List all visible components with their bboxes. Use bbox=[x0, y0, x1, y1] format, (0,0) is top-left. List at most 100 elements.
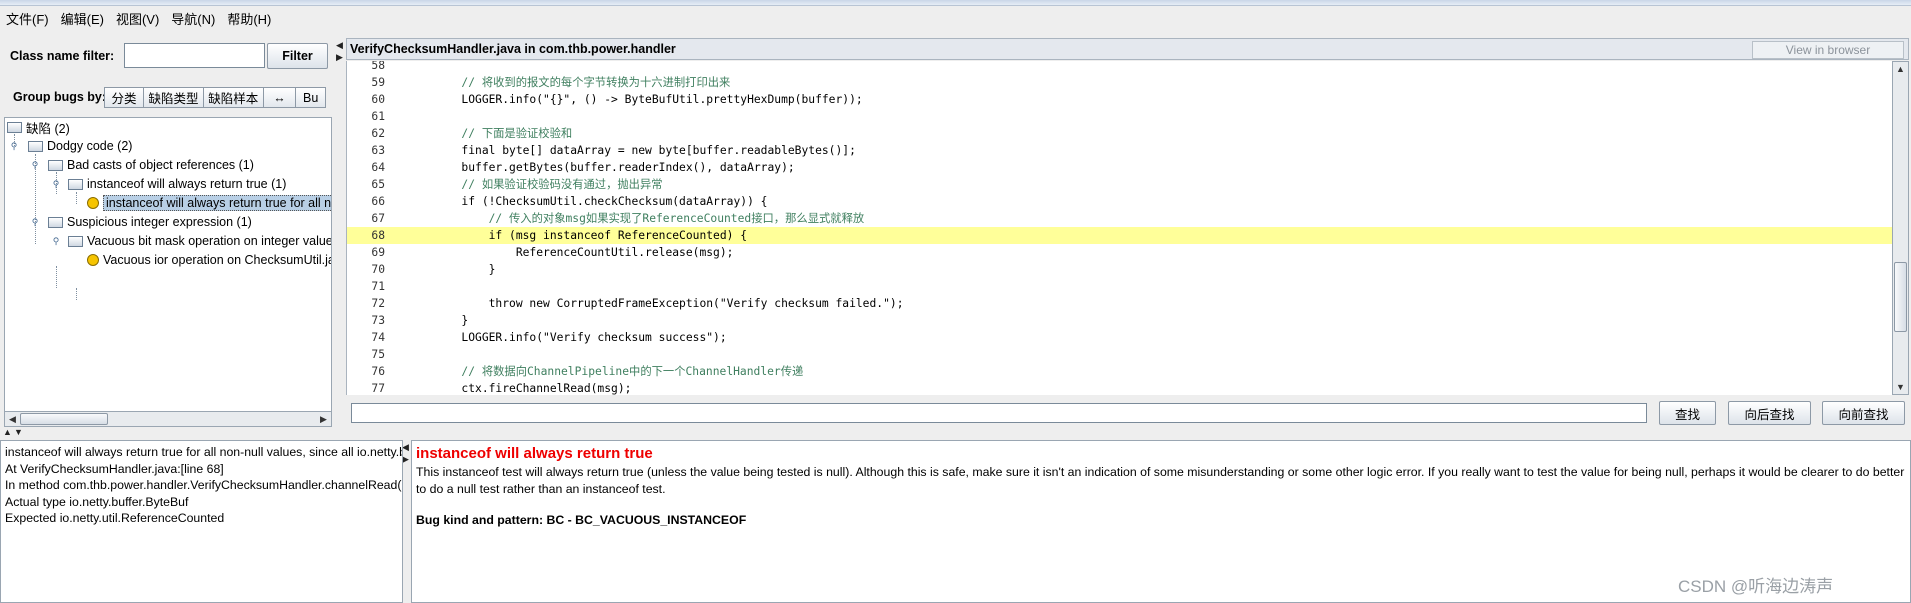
code-line[interactable]: 62 // 下面是验证校验和 bbox=[347, 125, 1892, 142]
code-text: final byte[] dataArray = new byte[buffer… bbox=[407, 144, 856, 157]
tree-node-bad-casts[interactable]: Bad casts of object references (1) bbox=[48, 156, 254, 174]
find-next-button[interactable]: 向后查找 bbox=[1728, 401, 1811, 425]
line-number: 70 bbox=[371, 263, 385, 276]
scroll-left-icon[interactable]: ◀ bbox=[5, 412, 20, 426]
summary-message: instanceof will always return true for a… bbox=[5, 445, 402, 459]
view-in-browser-button[interactable]: View in browser bbox=[1752, 41, 1904, 59]
code-text: throw new CorruptedFrameException("Verif… bbox=[407, 297, 904, 310]
group-by-bug-type-button[interactable]: 缺陷类型 bbox=[144, 88, 204, 107]
code-text: if (msg instanceof ReferenceCounted) { bbox=[407, 229, 748, 242]
folder-icon bbox=[48, 159, 63, 171]
code-line[interactable]: 65 // 如果验证校验码没有通过，抛出异常 bbox=[347, 176, 1892, 193]
summary-method[interactable]: In method com.thb.power.handler.VerifyCh… bbox=[5, 477, 402, 494]
code-line[interactable]: 66 if (!ChecksumUtil.checkChecksum(dataA… bbox=[347, 193, 1892, 210]
code-line[interactable]: 67 // 传入的对象msg如果实现了ReferenceCounted接口，那么… bbox=[347, 210, 1892, 227]
group-by-category-button[interactable]: 分类 bbox=[105, 88, 145, 107]
bug-title: instanceof will always return true bbox=[416, 445, 653, 462]
menu-navigate[interactable]: 导航(N) bbox=[169, 9, 225, 28]
code-vertical-scrollbar[interactable]: ▲ ▼ bbox=[1892, 61, 1909, 395]
line-number: 74 bbox=[371, 331, 385, 344]
bug-description: This instanceof test will always return … bbox=[416, 465, 1905, 496]
bug-tree: 缺陷 (2) ⚲ Dodgy code (2) ⚲ Bad casts of o… bbox=[4, 117, 332, 427]
code-text: LOGGER.info("{}", () -> ByteBufUtil.pret… bbox=[407, 93, 863, 106]
menu-help[interactable]: 帮助(H) bbox=[225, 9, 281, 28]
bug-summary-panel: instanceof will always return true for a… bbox=[0, 440, 403, 603]
group-by-swap-button[interactable]: ↔ bbox=[263, 88, 297, 107]
line-number: 75 bbox=[371, 348, 385, 361]
code-line[interactable]: 64 buffer.getBytes(buffer.readerIndex(),… bbox=[347, 159, 1892, 176]
collapse-left-icon[interactable]: ◀ bbox=[402, 442, 409, 453]
tree-root[interactable]: 缺陷 (2) bbox=[7, 118, 70, 136]
expand-right-icon[interactable]: ▶ bbox=[336, 52, 343, 63]
find-button[interactable]: 查找 bbox=[1659, 401, 1716, 425]
expand-toggle-icon[interactable]: ⚲ bbox=[30, 217, 40, 227]
code-text: ctx.fireChannelRead(msg); bbox=[407, 382, 632, 395]
code-line[interactable]: 70 } bbox=[347, 261, 1892, 278]
watermark: CSDN @听海边涛声 bbox=[1678, 577, 1834, 596]
expand-toggle-icon[interactable]: ⚲ bbox=[51, 236, 61, 246]
code-line[interactable]: 73 } bbox=[347, 312, 1892, 329]
scroll-up-icon[interactable]: ▲ bbox=[1893, 62, 1908, 76]
folder-icon bbox=[48, 216, 63, 228]
code-line[interactable]: 61 bbox=[347, 108, 1892, 125]
scroll-down-icon[interactable]: ▼ bbox=[1893, 380, 1908, 394]
code-line[interactable]: 71 bbox=[347, 278, 1892, 295]
tree-node-suspicious-integer[interactable]: Suspicious integer expression (1) bbox=[48, 213, 252, 231]
code-search-input[interactable] bbox=[351, 403, 1647, 423]
code-text: } bbox=[407, 263, 496, 276]
filter-button[interactable]: Filter bbox=[267, 43, 328, 69]
code-line[interactable]: 75 bbox=[347, 346, 1892, 363]
bug-marker-icon bbox=[87, 197, 99, 209]
code-line[interactable]: 60 LOGGER.info("{}", () -> ByteBufUtil.p… bbox=[347, 91, 1892, 108]
menu-file[interactable]: 文件(F) bbox=[4, 9, 59, 28]
line-number: 77 bbox=[371, 382, 385, 395]
code-line[interactable]: 69 ReferenceCountUtil.release(msg); bbox=[347, 244, 1892, 261]
split-up-icon[interactable]: ▲ bbox=[3, 427, 12, 437]
class-filter-label: Class name filter: bbox=[10, 49, 115, 63]
class-filter-input[interactable] bbox=[124, 43, 265, 68]
expand-toggle-icon[interactable]: ⚲ bbox=[30, 160, 40, 170]
group-bugs-label: Group bugs by: bbox=[13, 90, 107, 104]
scroll-thumb[interactable] bbox=[20, 413, 108, 425]
collapse-left-icon[interactable]: ◀ bbox=[336, 40, 343, 51]
code-text: // 下面是验证校验和 bbox=[407, 127, 573, 140]
code-line[interactable]: 58 bbox=[347, 61, 1892, 74]
expand-toggle-icon[interactable]: ⚲ bbox=[51, 179, 61, 189]
code-line[interactable]: 74 LOGGER.info("Verify checksum success"… bbox=[347, 329, 1892, 346]
tree-node-dodgy-code[interactable]: Dodgy code (2) bbox=[28, 137, 132, 155]
summary-location[interactable]: At VerifyChecksumHandler.java:[line 68] bbox=[5, 461, 398, 478]
line-number: 68 bbox=[371, 229, 385, 242]
bug-marker-icon bbox=[87, 254, 99, 266]
tree-node-instanceof-bug[interactable]: instanceof will always return true for a… bbox=[87, 194, 331, 212]
code-line[interactable]: 68 if (msg instanceof ReferenceCounted) … bbox=[347, 227, 1892, 244]
summary-actual-type: Actual type io.netty.buffer.ByteBuf bbox=[5, 494, 189, 509]
menu-view[interactable]: 视图(V) bbox=[114, 9, 169, 28]
code-text: // 传入的对象msg如果实现了ReferenceCounted接口，那么显式就… bbox=[407, 212, 865, 225]
scroll-thumb[interactable] bbox=[1894, 262, 1907, 332]
line-number: 60 bbox=[371, 93, 385, 106]
menu-edit[interactable]: 编辑(E) bbox=[59, 9, 114, 28]
tree-node-vacuous-ior-bug[interactable]: Vacuous ior operation on ChecksumUtil.ja bbox=[87, 251, 331, 269]
code-line[interactable]: 76 // 将数据向ChannelPipeline中的下一个ChannelHan… bbox=[347, 363, 1892, 380]
code-line[interactable]: 59 // 将收到的报文的每个字节转换为十六进制打印出来 bbox=[347, 74, 1892, 91]
code-line[interactable]: 72 throw new CorruptedFrameException("Ve… bbox=[347, 295, 1892, 312]
code-line[interactable]: 77 ctx.fireChannelRead(msg); bbox=[347, 380, 1892, 395]
code-text: } bbox=[407, 314, 469, 327]
tree-horizontal-scrollbar[interactable]: ◀ ▶ bbox=[4, 411, 332, 427]
line-number: 63 bbox=[371, 144, 385, 157]
tree-node-instanceof-category[interactable]: instanceof will always return true (1) bbox=[68, 175, 286, 193]
tree-node-vacuous-bitmask[interactable]: Vacuous bit mask operation on integer va… bbox=[68, 232, 331, 250]
find-previous-button[interactable]: 向前查找 bbox=[1822, 401, 1905, 425]
code-text: LOGGER.info("Verify checksum success"); bbox=[407, 331, 727, 344]
line-number: 65 bbox=[371, 178, 385, 191]
group-by-bug-pattern-button[interactable]: 缺陷样本 bbox=[203, 88, 264, 107]
group-by-bar: 分类 缺陷类型 缺陷样本 ↔ Bu bbox=[104, 87, 326, 108]
scroll-right-icon[interactable]: ▶ bbox=[316, 412, 331, 426]
expand-right-icon[interactable]: ▶ bbox=[402, 454, 409, 465]
line-number: 58 bbox=[371, 61, 385, 72]
group-by-bug-button[interactable]: Bu bbox=[296, 88, 325, 107]
line-number: 73 bbox=[371, 314, 385, 327]
code-line[interactable]: 63 final byte[] dataArray = new byte[buf… bbox=[347, 142, 1892, 159]
expand-toggle-icon[interactable]: ⚲ bbox=[9, 141, 19, 151]
split-down-icon[interactable]: ▼ bbox=[14, 427, 23, 437]
